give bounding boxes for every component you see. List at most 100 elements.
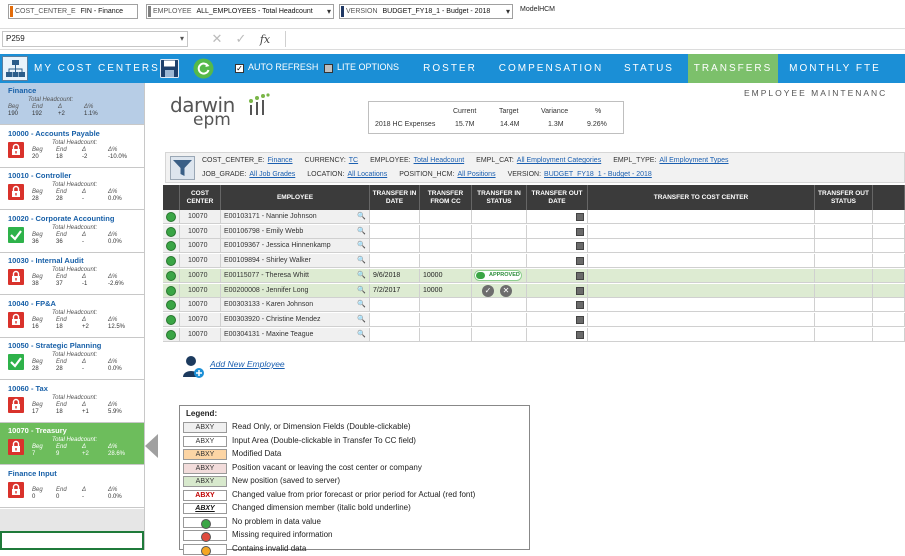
function-icon[interactable]: fx	[253, 32, 277, 48]
lock-icon[interactable]	[8, 311, 24, 328]
cost-center-dim-selector[interactable]: COST_CENTER_E FIN - Finance	[8, 4, 138, 19]
filter-value-link[interactable]: BUDGET_FY18_1 - Budget - 2018	[544, 171, 652, 178]
transfer-to-cc-cell[interactable]	[588, 268, 815, 283]
transfer-from-cc-cell[interactable]	[420, 298, 472, 313]
sidebar-cost-center-card[interactable]: 10040 - FP&A Total Headcount: Beg End Δ Δ% 16 1…	[0, 295, 144, 338]
calendar-icon[interactable]	[576, 271, 584, 280]
tab-monthly-fte[interactable]: MONTHLY FTE	[780, 54, 890, 83]
grid-column-header[interactable]: TRANSFER OUT STATUS	[815, 185, 873, 210]
transfer-out-status-cell[interactable]	[815, 268, 873, 283]
search-icon[interactable]: 🔍	[357, 239, 366, 252]
name-box[interactable]: P259 ▾	[2, 31, 188, 47]
filter-value-link[interactable]: All Locations	[348, 171, 388, 178]
check-icon[interactable]	[8, 354, 24, 370]
transfer-to-cc-cell[interactable]	[588, 312, 815, 327]
sidebar-cost-center-card[interactable]: 10030 - Internal Audit Total Headcount: Be…	[0, 253, 144, 295]
grid-column-header[interactable]: TRANSFER IN STATUS	[472, 185, 527, 210]
transfer-from-cc-cell[interactable]	[420, 210, 472, 224]
employee-cell[interactable]: E00103171 - Nannie Johnson 🔍	[221, 210, 370, 224]
transfer-out-date-cell[interactable]	[527, 298, 588, 313]
cost-center-cell[interactable]: 10070	[180, 283, 221, 298]
filter-value-link[interactable]: Total Headcount	[414, 157, 465, 164]
version-dim-selector[interactable]: VERSION BUDGET_FY18_1 - Budget - 2018 ▾	[339, 4, 513, 19]
transfer-in-status-cell[interactable]	[472, 327, 527, 342]
transfer-in-status-cell[interactable]	[472, 298, 527, 313]
sidebar-cost-center-card[interactable]: 10050 - Strategic Planning Total Headcoun…	[0, 338, 144, 380]
transfer-from-cc-cell[interactable]: 10000	[420, 283, 472, 298]
transfer-out-date-cell[interactable]	[527, 210, 588, 224]
sidebar-cost-center-card[interactable]: 10060 - Tax Total Headcount: Beg End Δ Δ% 17 18…	[0, 380, 144, 423]
check-icon[interactable]	[8, 226, 24, 243]
transfer-out-date-cell[interactable]	[527, 327, 588, 342]
sidebar-cost-center-card[interactable]: 10070 - Treasury Total Headcount: Beg End Δ Δ…	[0, 423, 144, 465]
org-chart-home-button[interactable]	[2, 56, 28, 81]
transfer-out-status-cell[interactable]	[815, 239, 873, 254]
cost-center-cell[interactable]: 10070	[180, 224, 221, 239]
grid-column-header[interactable]: TRANSFER OUT DATE	[527, 185, 588, 210]
transfer-in-date-cell[interactable]	[370, 312, 420, 327]
filter-value-link[interactable]: All Employment Categories	[517, 157, 601, 164]
table-row[interactable]: 10070 E00303920 - Christine Mendez 🔍	[163, 312, 905, 327]
sidebar-selected-cell[interactable]	[0, 531, 144, 550]
table-row[interactable]: 10070 E00109894 - Shirley Walker 🔍	[163, 254, 905, 269]
transfer-in-date-cell[interactable]	[370, 298, 420, 313]
cost-center-cell[interactable]: 10070	[180, 312, 221, 327]
transfer-in-date-cell[interactable]	[370, 224, 420, 239]
transfer-in-status-cell[interactable]	[472, 224, 527, 239]
table-row[interactable]: 10070 E00303133 - Karen Johnson 🔍	[163, 298, 905, 313]
grid-column-header[interactable]: TRANSFER IN DATE	[370, 185, 420, 210]
filter-value-link[interactable]: TC	[349, 157, 358, 164]
cost-center-cell[interactable]: 10070	[180, 268, 221, 283]
transfer-out-status-cell[interactable]	[815, 210, 873, 224]
cancel-icon[interactable]: ✕	[205, 31, 229, 47]
transfer-from-cc-cell[interactable]	[420, 327, 472, 342]
transfer-out-date-cell[interactable]	[527, 312, 588, 327]
grid-column-header[interactable]: EMPLOYEE	[221, 185, 370, 210]
transfer-from-cc-cell[interactable]	[420, 254, 472, 269]
transfer-to-cc-cell[interactable]	[588, 327, 815, 342]
transfer-to-cc-cell[interactable]	[588, 298, 815, 313]
employee-cell[interactable]: E00115077 - Theresa Whitt 🔍	[221, 268, 370, 283]
approve-icon[interactable]: ✓	[482, 284, 494, 297]
employee-cell[interactable]: E00200008 - Jennifer Long 🔍	[221, 283, 370, 298]
employee-cell[interactable]: E00303133 - Karen Johnson 🔍	[221, 298, 370, 313]
calendar-icon[interactable]	[576, 213, 584, 221]
transfer-out-date-cell[interactable]	[527, 268, 588, 283]
filter-value-link[interactable]: All Job Grades	[249, 171, 295, 178]
transfer-out-date-cell[interactable]	[527, 224, 588, 239]
search-icon[interactable]: 🔍	[357, 210, 366, 223]
transfer-in-status-cell[interactable]	[472, 210, 527, 224]
transfer-in-status-cell[interactable]: APPROVED	[472, 268, 527, 283]
transfer-in-date-cell[interactable]	[370, 254, 420, 269]
sidebar-cost-center-card[interactable]: Finance Total Headcount: Beg End Δ Δ% 190 192 +2…	[0, 83, 144, 125]
employee-cell[interactable]: E00109894 - Shirley Walker 🔍	[221, 254, 370, 269]
transfer-from-cc-cell[interactable]: 10000	[420, 268, 472, 283]
chevron-down-icon[interactable]: ▾	[506, 5, 510, 18]
transfer-to-cc-cell[interactable]	[588, 210, 815, 224]
transfer-in-date-cell[interactable]	[370, 239, 420, 254]
calendar-icon[interactable]	[576, 242, 584, 251]
tab-transfers[interactable]: TRANSFERS	[688, 54, 778, 83]
lock-icon[interactable]	[8, 481, 24, 498]
employee-cell[interactable]: E00109367 - Jessica Hinnenkamp 🔍	[221, 239, 370, 254]
transfer-out-status-cell[interactable]	[815, 327, 873, 342]
employee-dim-selector[interactable]: EMPLOYEE ALL_EMPLOYEES - Total Headcount…	[146, 4, 334, 19]
transfer-to-cc-cell[interactable]	[588, 254, 815, 269]
filter-value-link[interactable]: Finance	[268, 157, 293, 164]
table-row[interactable]: 10070 E00103171 - Nannie Johnson 🔍	[163, 210, 905, 224]
add-new-employee[interactable]: Add New Employee	[183, 355, 293, 379]
employee-cell[interactable]: E00106798 - Emily Webb 🔍	[221, 224, 370, 239]
cost-center-cell[interactable]: 10070	[180, 239, 221, 254]
transfer-out-status-cell[interactable]	[815, 224, 873, 239]
transfer-in-date-cell[interactable]	[370, 210, 420, 224]
filter-value-link[interactable]: All Employment Types	[659, 157, 728, 164]
lock-icon[interactable]	[8, 396, 24, 413]
lock-icon[interactable]	[8, 184, 24, 200]
transfer-in-date-cell[interactable]: 7/2/2017	[370, 283, 420, 298]
sidebar-cost-center-card[interactable]: 10000 - Accounts Payable Total Headcount:…	[0, 125, 144, 168]
tab-compensation[interactable]: COMPENSATION	[492, 54, 610, 83]
transfer-from-cc-cell[interactable]	[420, 312, 472, 327]
approved-toggle[interactable]: APPROVED	[474, 269, 522, 281]
transfer-to-cc-cell[interactable]	[588, 239, 815, 254]
lite-options-checkbox[interactable]	[324, 64, 333, 73]
